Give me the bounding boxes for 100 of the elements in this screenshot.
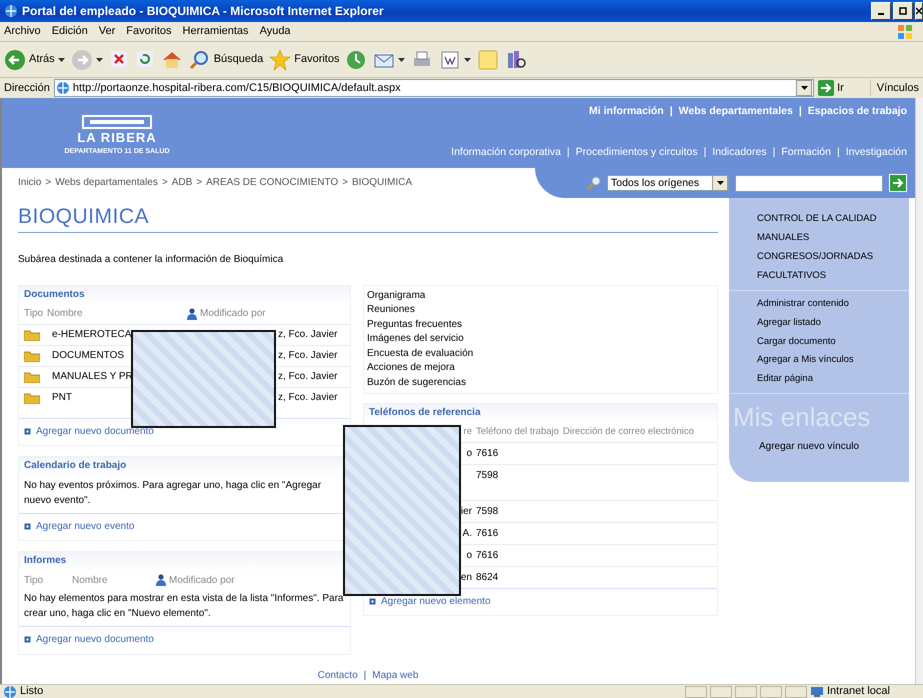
area-link[interactable]: MANUALES — [757, 232, 810, 243]
phone-number: 7616 — [476, 548, 498, 562]
document-icon — [439, 48, 462, 70]
phone-number: 7616 — [476, 526, 498, 540]
minimize-button[interactable] — [871, 2, 891, 20]
menu-item[interactable]: Herramientas — [182, 23, 249, 40]
empty-message: No hay elementos para mostrar en esta vista de la lista "Informes". Para crear uno, haga clic en "Nuevo elemento". — [23, 592, 344, 622]
document-link[interactable]: PNT — [52, 392, 72, 403]
status-pane — [710, 686, 732, 698]
quick-link[interactable]: Buzón de sugerencias — [367, 376, 466, 388]
separator: | — [566, 144, 570, 159]
caret-icon — [800, 86, 808, 90]
search-button[interactable] — [889, 174, 907, 192]
user-icon — [156, 574, 166, 586]
action-link[interactable]: Administrar contenido — [757, 298, 849, 309]
quick-link[interactable]: Imágenes del servicio — [367, 333, 464, 344]
toolbar-button[interactable]: Favoritos — [269, 48, 340, 70]
history-icon — [345, 48, 368, 70]
separator: | — [670, 104, 673, 118]
browser-icon — [4, 4, 18, 18]
star-icon — [269, 48, 292, 70]
status-pane — [785, 686, 807, 698]
close-icon — [916, 7, 922, 15]
area-link[interactable]: CONGRESOS/JORNADAS — [757, 250, 874, 262]
contact-name: ier — [460, 506, 472, 516]
bullet-icon — [369, 598, 376, 605]
add-link[interactable]: Agregar nuevo vínculo — [759, 441, 860, 452]
action-link[interactable]: Editar página — [757, 373, 813, 384]
window-title: Portal del empleado - BIOQUIMICA - Microsoft Internet Explorer — [22, 3, 384, 20]
folder-icon — [24, 350, 40, 362]
action-link[interactable]: Cargar documento — [757, 336, 836, 347]
menu-item[interactable]: Edición — [52, 23, 88, 40]
search-icon — [587, 176, 601, 190]
action-link[interactable]: Agregar a Mis vínculos — [757, 354, 854, 366]
network-icon — [810, 686, 824, 698]
phone-number: 7598 — [476, 504, 498, 518]
quick-link[interactable]: Organigrama — [367, 290, 426, 301]
folder-icon — [24, 328, 40, 341]
scope-dropdown[interactable]: Todos los orígenes — [607, 175, 729, 191]
toolbar-button[interactable] — [439, 48, 472, 70]
scrollbar[interactable] — [915, 98, 923, 684]
phone-number: 7598 — [476, 468, 498, 482]
add-link[interactable]: Agregar nuevo evento — [24, 520, 134, 534]
empty-message: No hay eventos próximos. Para agregar uno, haga clic en "Agregar nuevo evento". — [23, 478, 322, 508]
menu-item[interactable]: Favoritos — [126, 23, 172, 40]
add-link[interactable]: Agregar nuevo documento — [24, 424, 154, 438]
quick-link[interactable]: Encuesta de evaluación — [367, 348, 474, 359]
document-link[interactable]: e-HEMEROTECA — [52, 328, 132, 340]
folder-icon — [24, 392, 40, 404]
footer-link[interactable]: Mapa web — [372, 668, 418, 682]
add-link[interactable]: Agregar nuevo documento — [24, 633, 154, 647]
logo-icon — [82, 115, 152, 130]
caret-icon — [96, 58, 103, 62]
maximize-button[interactable] — [893, 2, 913, 20]
forward-icon — [70, 48, 93, 70]
close-button[interactable] — [915, 2, 923, 20]
menu-item[interactable]: Ver — [98, 23, 116, 40]
maximize-icon — [899, 7, 907, 15]
search-field[interactable] — [735, 174, 883, 192]
column-header: re — [464, 426, 472, 437]
add-link[interactable]: Agregar nuevo elemento — [369, 594, 491, 608]
arrow-icon — [818, 80, 834, 96]
area-link[interactable]: FACULTATIVOS — [757, 270, 826, 281]
area-link[interactable]: CONTROL DE LA CALIDAD — [757, 213, 876, 224]
menu-item[interactable]: Archivo — [4, 23, 41, 40]
caret-icon — [398, 58, 406, 62]
breadcrumb-link[interactable]: ADB — [172, 176, 192, 190]
toolbar-button[interactable]: Búsqueda — [188, 48, 264, 70]
separator: | — [836, 144, 840, 159]
links-button[interactable]: Vínculos — [870, 80, 919, 96]
quick-link[interactable]: Acciones de mejora — [367, 362, 455, 374]
zone-label: Intranet local — [810, 685, 920, 698]
phone-number: 8624 — [476, 570, 498, 584]
quick-link[interactable]: Reuniones — [367, 304, 415, 316]
breadcrumb-link[interactable]: Webs departamentales — [55, 176, 158, 190]
address-label: Dirección — [4, 80, 50, 96]
document-link[interactable]: DOCUMENTOS — [52, 350, 124, 361]
column-header: Nombre — [72, 574, 109, 588]
toolbar-button[interactable] — [505, 48, 528, 70]
contact-name: o — [466, 550, 472, 560]
breadcrumb-link[interactable]: Inicio — [18, 176, 42, 190]
logo-title: LA RIBERA — [77, 129, 157, 147]
menu-item[interactable]: Ayuda — [260, 23, 291, 40]
footer-link[interactable]: Contacto — [318, 668, 358, 682]
books-icon — [505, 48, 528, 70]
dropdown-button[interactable] — [796, 80, 812, 96]
action-link[interactable]: Agregar listado — [757, 316, 821, 328]
quick-link[interactable]: Preguntas frecuentes — [367, 318, 462, 330]
windows-logo-icon — [897, 24, 913, 40]
bullet-icon — [24, 636, 31, 644]
column-header: Teléfono del trabajo — [476, 426, 559, 438]
modified-by: z, Fco. Javier — [278, 390, 338, 404]
breadcrumb-link[interactable]: AREAS DE CONOCIMIENTO — [206, 176, 338, 190]
toolbar-button[interactable]: Atrás — [4, 48, 65, 70]
separator: | — [798, 104, 802, 118]
contact-name: o — [466, 448, 472, 458]
browser-icon — [3, 685, 17, 698]
go-button[interactable]: Ir — [818, 80, 844, 96]
address-field[interactable]: http://portaonze.hospital-ribera.com/C15/BIOQUIMICA/default.aspx — [54, 79, 814, 97]
breadcrumb-separator: > — [162, 176, 168, 190]
